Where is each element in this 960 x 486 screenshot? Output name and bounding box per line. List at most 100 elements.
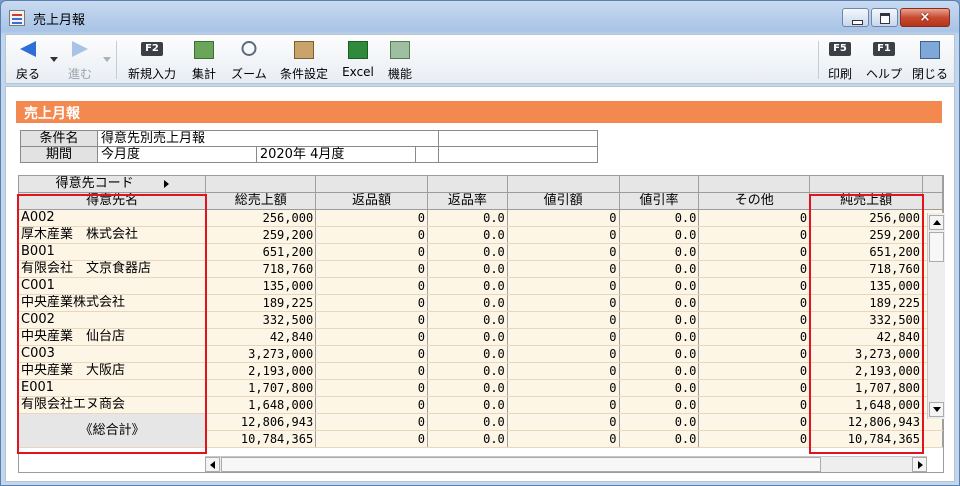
value-cell: 0 bbox=[507, 345, 620, 363]
help-button[interactable]: F1 ヘルプ bbox=[862, 37, 906, 83]
close-window-button[interactable]: × bbox=[900, 8, 950, 27]
value-cell: 0 bbox=[315, 294, 428, 312]
calculator-icon bbox=[194, 41, 214, 59]
hscroll-thumb[interactable] bbox=[221, 457, 821, 472]
condition-settings-button[interactable]: 条件設定 bbox=[274, 37, 334, 83]
value-cell: 0 bbox=[507, 311, 620, 329]
value-cell: 135,000 bbox=[205, 277, 317, 295]
close-button[interactable]: 閉じる bbox=[908, 37, 952, 83]
close-label: 閉じる bbox=[911, 67, 948, 81]
minimize-button[interactable] bbox=[842, 8, 869, 27]
aggregate-button[interactable]: 集計 bbox=[186, 37, 222, 83]
value-cell: 0 bbox=[698, 209, 811, 227]
features-label: 機能 bbox=[387, 67, 412, 81]
scroll-left-icon[interactable] bbox=[205, 457, 220, 472]
back-button[interactable]: 戻る bbox=[10, 37, 46, 83]
value-cell: 0.0 bbox=[619, 396, 700, 414]
value-cell: 0.0 bbox=[427, 362, 508, 380]
value-cell: 0 bbox=[507, 209, 620, 227]
value-cell: 0 bbox=[698, 311, 811, 329]
value-cell: 256,000 bbox=[205, 209, 317, 227]
value-cell: 651,200 bbox=[205, 243, 317, 261]
value-cell: 0 bbox=[507, 379, 620, 397]
help-label: ヘルプ bbox=[865, 67, 902, 81]
value-cell: 0 bbox=[315, 209, 428, 227]
total-value-cell: 0.0 bbox=[427, 413, 508, 431]
forward-button[interactable]: 進む bbox=[62, 37, 98, 83]
value-cell: 0 bbox=[315, 243, 428, 261]
scroll-down-icon[interactable] bbox=[929, 402, 944, 417]
value-cell: 0.0 bbox=[427, 277, 508, 295]
value-cell: 0.0 bbox=[619, 260, 700, 278]
maximize-button[interactable] bbox=[871, 8, 898, 27]
total-value-cell: 0 bbox=[315, 413, 428, 431]
col-header[interactable]: 値引率 bbox=[619, 192, 700, 210]
value-cell: 0 bbox=[315, 379, 428, 397]
total-value-cell: 0 bbox=[507, 430, 620, 448]
period-label: 期間 bbox=[20, 146, 98, 163]
value-cell: 3,273,000 bbox=[205, 345, 317, 363]
scroll-thumb[interactable] bbox=[929, 232, 944, 262]
value-cell: 0.0 bbox=[427, 243, 508, 261]
value-cell: 0 bbox=[507, 277, 620, 295]
period-blank-cell-2 bbox=[438, 146, 598, 163]
customer-code-header[interactable]: 得意先コード bbox=[19, 176, 207, 193]
value-cell: 0 bbox=[315, 328, 428, 346]
condition-name-label: 条件名 bbox=[20, 130, 98, 147]
value-cell: 0 bbox=[507, 328, 620, 346]
value-cell: 332,500 bbox=[205, 311, 317, 329]
print-label: 印刷 bbox=[827, 67, 852, 81]
value-cell: 0 bbox=[315, 396, 428, 414]
col-header[interactable]: 返品率 bbox=[427, 192, 508, 210]
value-cell: 0 bbox=[507, 396, 620, 414]
total-value-cell: 10,784,365 bbox=[205, 430, 317, 448]
value-cell: 0.0 bbox=[427, 226, 508, 244]
value-cell: 0 bbox=[698, 345, 811, 363]
value-cell: 0 bbox=[698, 277, 811, 295]
features-icon bbox=[390, 41, 410, 59]
vertical-scrollbar[interactable] bbox=[927, 213, 945, 419]
scroll-up-icon[interactable] bbox=[929, 215, 944, 230]
col-header[interactable]: 返品額 bbox=[315, 192, 428, 210]
value-cell: 0 bbox=[507, 243, 620, 261]
value-cell: 42,840 bbox=[205, 328, 317, 346]
col-header[interactable]: 値引額 bbox=[507, 192, 620, 210]
f1-key-icon: F1 bbox=[873, 42, 895, 56]
value-cell: 0.0 bbox=[619, 311, 700, 329]
value-cell: 0 bbox=[315, 260, 428, 278]
scroll-right-icon[interactable] bbox=[912, 457, 927, 472]
exit-door-icon bbox=[920, 41, 940, 59]
f2-key-icon: F2 bbox=[141, 42, 163, 56]
excel-export-button[interactable]: Excel bbox=[338, 37, 378, 83]
value-cell: 0.0 bbox=[619, 328, 700, 346]
title-bar[interactable]: 売上月報 × bbox=[1, 1, 959, 33]
value-cell: 0.0 bbox=[427, 328, 508, 346]
features-button[interactable]: 機能 bbox=[382, 37, 418, 83]
total-value-cell: 12,806,943 bbox=[205, 413, 317, 431]
value-cell: 0.0 bbox=[619, 345, 700, 363]
col-header[interactable]: 総売上額 bbox=[205, 192, 317, 210]
toolbar-separator bbox=[818, 41, 819, 79]
value-cell: 0.0 bbox=[619, 379, 700, 397]
col-header[interactable]: その他 bbox=[698, 192, 811, 210]
back-history-dropdown-icon[interactable] bbox=[50, 57, 58, 62]
value-cell: 718,760 bbox=[205, 260, 317, 278]
highlight-customer-name-column bbox=[17, 194, 207, 454]
value-cell: 1,707,800 bbox=[205, 379, 317, 397]
total-value-cell: 0 bbox=[698, 413, 811, 431]
value-cell: 0.0 bbox=[619, 277, 700, 295]
total-value-cell: 0.0 bbox=[619, 413, 700, 431]
value-cell: 0.0 bbox=[427, 294, 508, 312]
value-cell: 0 bbox=[698, 226, 811, 244]
app-report-icon bbox=[9, 10, 25, 26]
f5-key-icon: F5 bbox=[829, 42, 851, 56]
header-row-top: 得意先コード bbox=[19, 176, 943, 193]
total-value-cell: 0 bbox=[315, 430, 428, 448]
zoom-button[interactable]: ズーム bbox=[226, 37, 272, 83]
condition-settings-icon bbox=[294, 41, 314, 59]
horizontal-scrollbar[interactable] bbox=[205, 456, 927, 472]
new-entry-button[interactable]: F2 新規入力 bbox=[122, 37, 182, 83]
print-button[interactable]: F5 印刷 bbox=[822, 37, 858, 83]
app-window: 売上月報 × 戻る 進む F2 新規入力 集計 ズーム 条件設定 Excel 機… bbox=[0, 0, 960, 486]
forward-history-dropdown-icon[interactable] bbox=[103, 57, 111, 62]
